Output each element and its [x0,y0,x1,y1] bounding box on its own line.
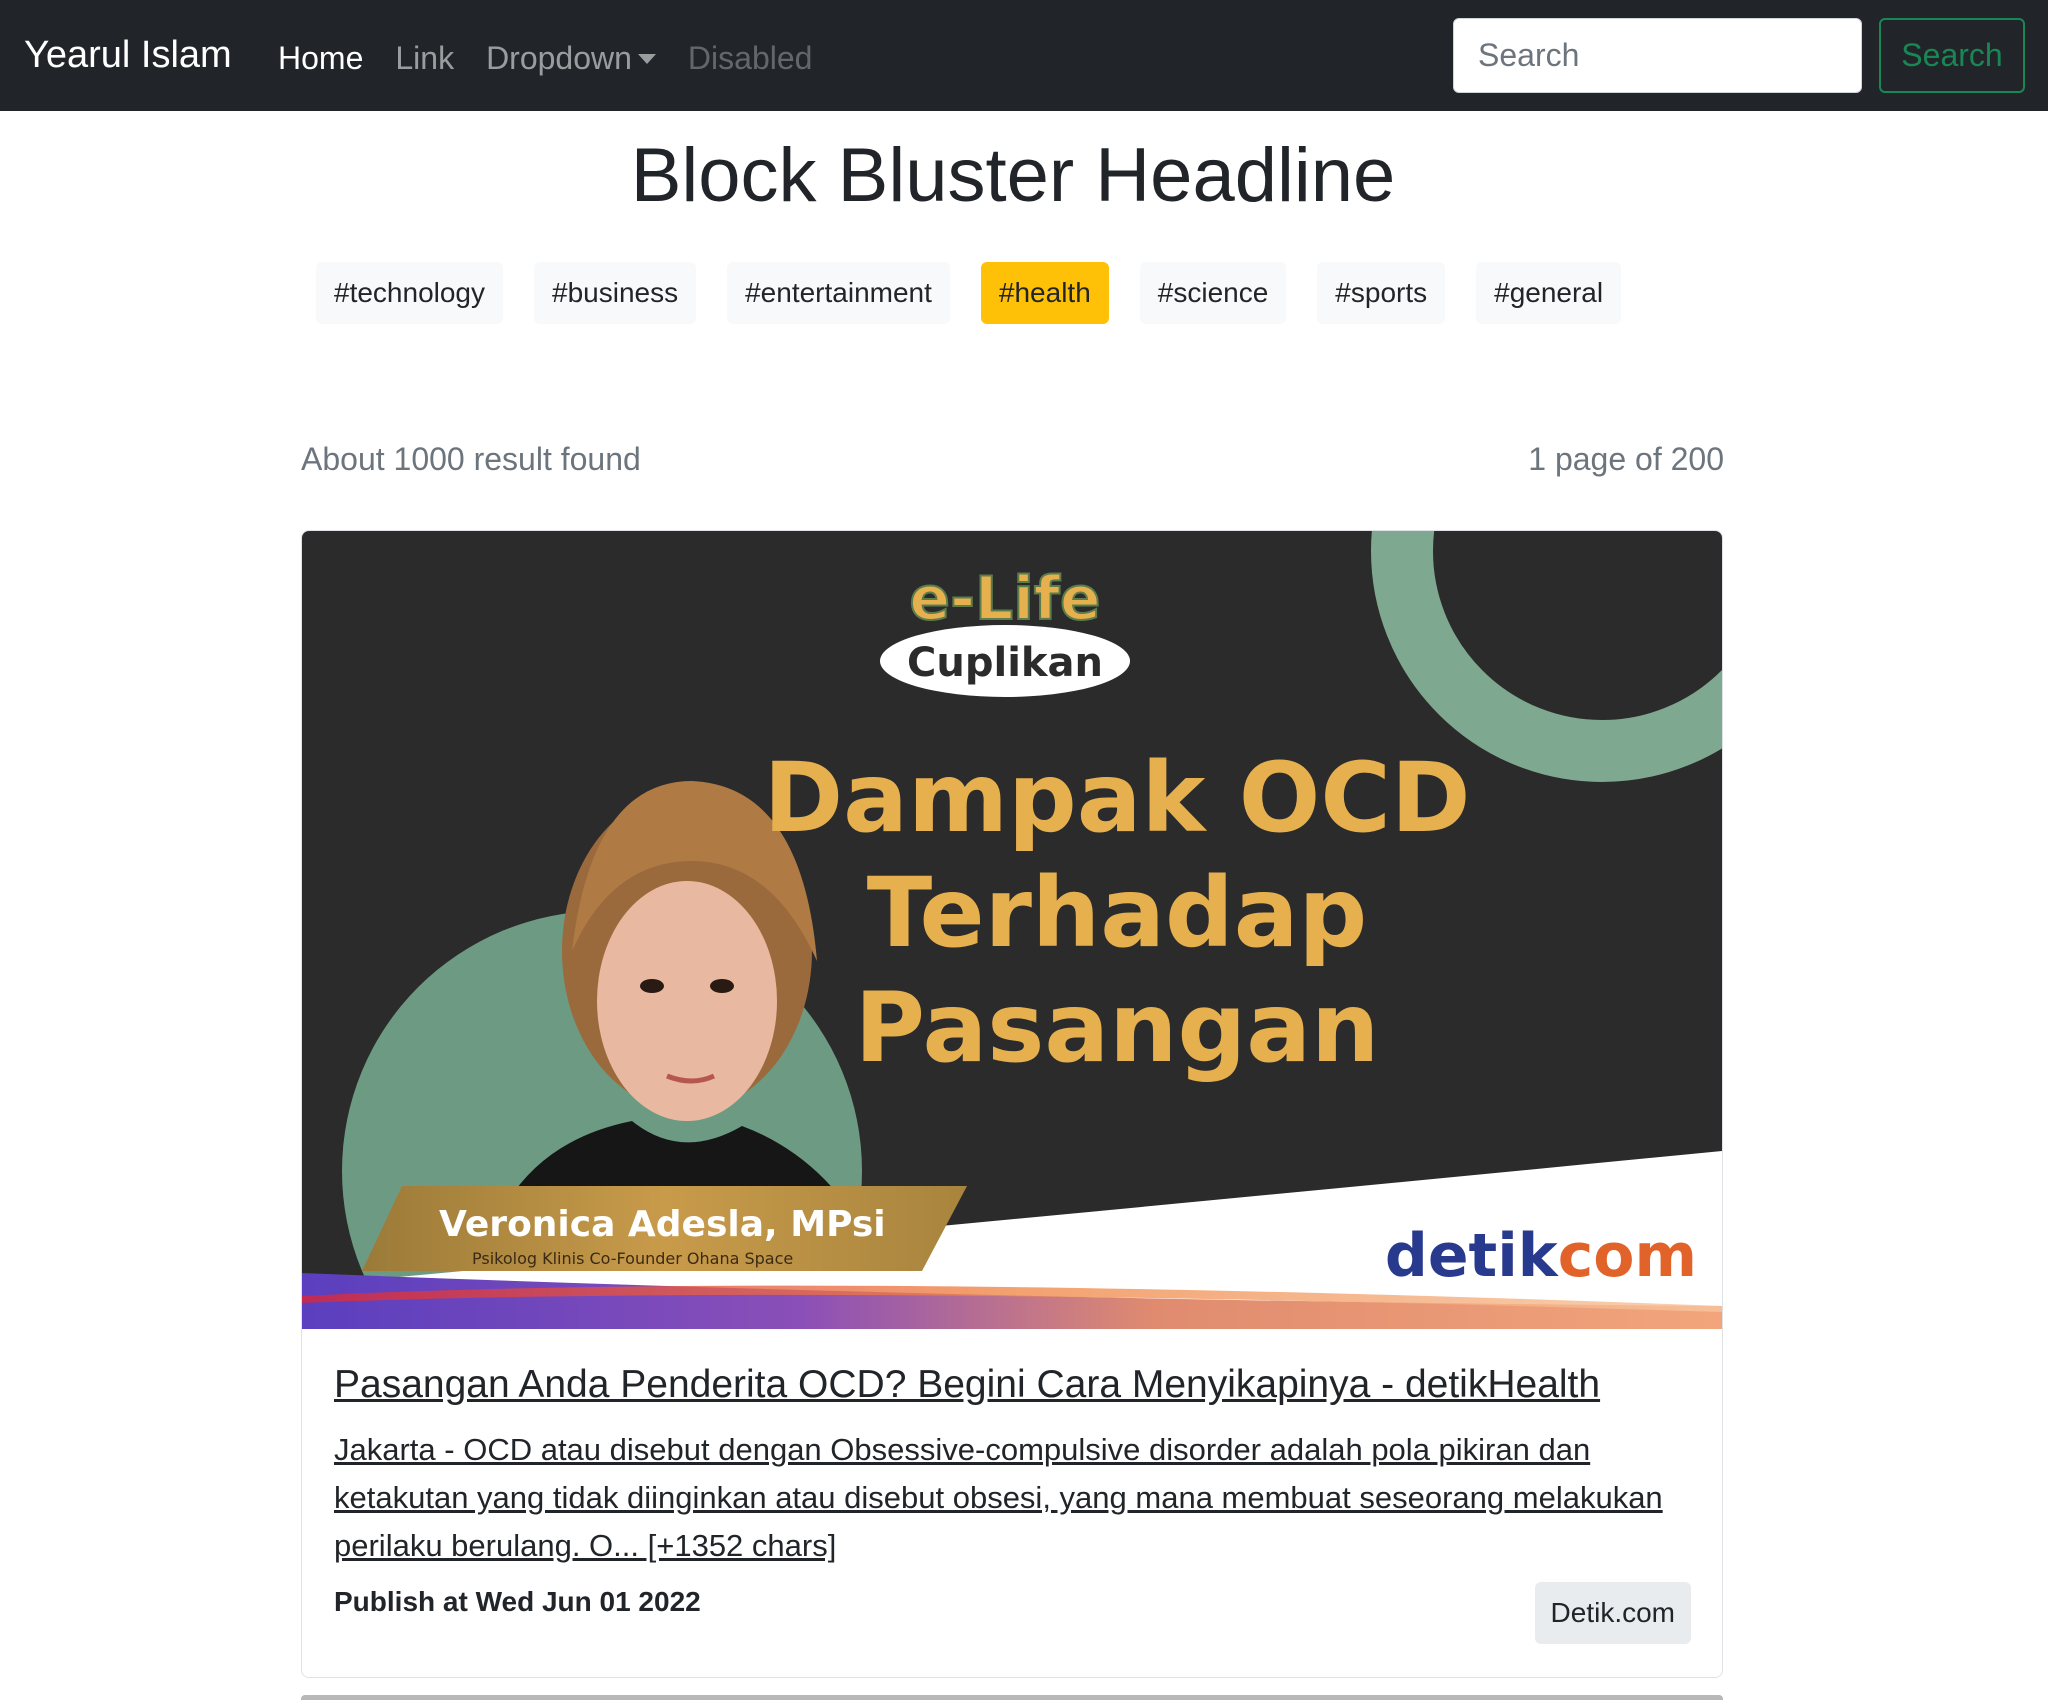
tag-science[interactable]: #science [1139,262,1287,324]
nav-links: Home Link Dropdown Disabled [278,38,844,78]
next-article-card-edge [301,1695,1723,1700]
detik-logo-suffix: com [1558,1221,1697,1291]
source-badge[interactable]: Detik.com [1534,1582,1691,1644]
nav-link-home[interactable]: Home [278,38,363,78]
page-title: Block Bluster Headline [630,133,1396,218]
logo-bottom-text: Cuplikan [907,640,1103,686]
detik-logo-main: detik [1385,1221,1560,1291]
dropdown-label: Dropdown [486,40,632,76]
nav-link-disabled: Disabled [687,40,813,76]
image-headline-line2: Terhadap [867,857,1368,969]
article-title[interactable]: Pasangan Anda Penderita OCD? Begini Cara… [334,1361,1600,1409]
image-headline-line1: Dampak OCD [763,742,1470,854]
tag-sports[interactable]: #sports [1317,262,1446,324]
result-count: About 1000 result found [301,441,641,477]
article-image[interactable]: e-Life Cuplikan Dampak OCD Terhadap Pasa… [302,531,1722,1329]
navbar-brand[interactable]: Yearul Islam [24,33,232,77]
category-tags: #technology #business #entertainment #he… [316,262,1652,324]
caret-down-icon [637,53,656,64]
article-card: e-Life Cuplikan Dampak OCD Terhadap Pasa… [301,530,1723,1678]
tag-business[interactable]: #business [534,262,697,324]
navbar: Yearul Islam Home Link Dropdown Disabled… [0,0,2048,111]
tag-technology[interactable]: #technology [316,262,504,324]
search-input[interactable] [1453,18,1862,93]
article-description[interactable]: Jakarta - OCD atau disebut dengan Obsess… [334,1426,1694,1570]
tag-entertainment[interactable]: #entertainment [727,262,950,324]
elife-logo: e-Life Cuplikan [880,563,1130,697]
image-person-name: Veronica Adesla, MPsi [439,1204,886,1245]
nav-link-dropdown[interactable]: Dropdown [486,38,656,78]
logo-top-text: e-Life [909,564,1100,634]
search-button[interactable]: Search [1879,18,2025,93]
tag-health[interactable]: #health [980,262,1109,324]
detik-logo: detikcom [1385,1221,1697,1291]
page-info: 1 page of 200 [1528,441,1724,477]
image-headline-line3: Pasangan [855,972,1380,1084]
publish-date: Publish at Wed Jun 01 2022 [334,1586,701,1617]
image-person-role: Psikolog Klinis Co-Founder Ohana Space [472,1249,793,1268]
nav-link-link[interactable]: Link [395,38,454,78]
tag-general[interactable]: #general [1476,262,1622,324]
